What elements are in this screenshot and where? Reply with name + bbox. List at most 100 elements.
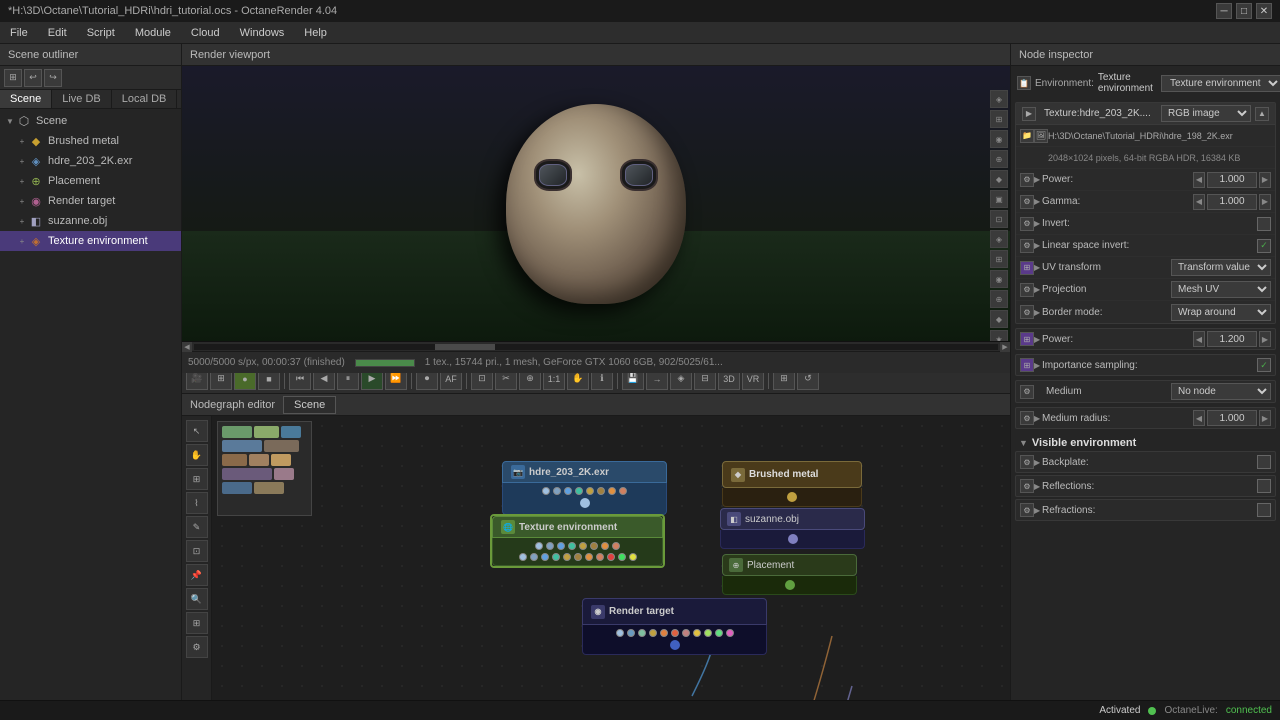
tab-scene[interactable]: Scene (0, 90, 52, 108)
nodegraph-scene-tab[interactable]: Scene (283, 396, 336, 414)
port-hdri-7[interactable] (608, 487, 616, 495)
port-te-t4[interactable] (568, 542, 576, 550)
port-rt-t4[interactable] (649, 629, 657, 637)
port-te-b8[interactable] (596, 553, 604, 561)
inspector-power-icon[interactable]: ⚙ (1020, 173, 1034, 187)
inspector-mr-arrow[interactable]: ▶ (1034, 414, 1042, 423)
ng-tool-pin[interactable]: 📌 (186, 564, 208, 586)
menu-cloud[interactable]: Cloud (181, 22, 230, 43)
inspector-invert-arrow[interactable]: ▶ (1034, 219, 1042, 228)
inspector-power-arrow[interactable]: ▶ (1034, 175, 1042, 184)
port-te-b11[interactable] (629, 553, 637, 561)
ng-tool-group[interactable]: ⊡ (186, 540, 208, 562)
inspector-invert-checkbox[interactable] (1257, 217, 1271, 231)
port-te-t5[interactable] (579, 542, 587, 550)
tree-item-brushed-metal[interactable]: + ◆ Brushed metal (0, 131, 181, 151)
inspector-uv-icon[interactable]: ⊞ (1020, 261, 1034, 275)
scroll-track-h[interactable] (194, 344, 998, 350)
port-rt-bottom[interactable] (670, 640, 680, 650)
tree-item-render-target[interactable]: + ◉ Render target (0, 191, 181, 211)
inspector-env-select[interactable]: Texture environment (1161, 75, 1280, 92)
viewport-content[interactable]: ◈ ⊞ ◉ ⊕ ◆ ▣ ⊡ ◈ ⊞ ◉ ⊕ ◆ ★ (182, 66, 1010, 341)
vp-tool-13[interactable]: ★ (990, 330, 1008, 341)
tree-expand-placement[interactable]: + (16, 175, 28, 187)
port-te-b9[interactable] (607, 553, 615, 561)
ng-tool-pan[interactable]: ✋ (186, 444, 208, 466)
inspector-border-arrow[interactable]: ▶ (1034, 308, 1042, 317)
inspector-imp-icon[interactable]: ⊞ (1020, 358, 1034, 372)
close-button[interactable]: ✕ (1256, 3, 1272, 19)
inspector-proj-arrow[interactable]: ▶ (1034, 285, 1042, 294)
inspector-icon-copy[interactable]: 📋 (1017, 76, 1031, 90)
node-brushed-metal[interactable]: ◆ Brushed metal (722, 461, 862, 507)
inspector-li-arrow[interactable]: ▶ (1034, 241, 1042, 250)
port-rt-t7[interactable] (682, 629, 690, 637)
node-suzanne[interactable]: ◧ suzanne.obj (720, 508, 865, 549)
inspector-uv-arrow[interactable]: ▶ (1034, 263, 1042, 272)
tab-local-db[interactable]: Local DB (112, 90, 178, 108)
inspector-power-input[interactable] (1207, 172, 1257, 188)
inspector-bp-icon[interactable]: ⚙ (1020, 455, 1034, 469)
tab-live-db[interactable]: Live DB (52, 90, 112, 108)
inspector-gamma-icon[interactable]: ⚙ (1020, 195, 1034, 209)
inspector-gamma-dec[interactable]: ◀ (1193, 194, 1205, 210)
tree-expand-brushed-metal[interactable]: + (16, 135, 28, 147)
tree-item-texture-env[interactable]: + ◈ Texture environment (0, 231, 181, 251)
port-te-b5[interactable] (563, 553, 571, 561)
inspector-power2-inc[interactable]: ▶ (1259, 331, 1271, 347)
inspector-medium-select[interactable]: No node (1171, 383, 1271, 400)
tree-item-placement[interactable]: + ⊕ Placement (0, 171, 181, 191)
menu-script[interactable]: Script (77, 22, 125, 43)
vp-tool-8[interactable]: ◈ (990, 230, 1008, 248)
port-rt-t9[interactable] (704, 629, 712, 637)
inspector-medium-icon[interactable]: ⚙ (1020, 385, 1034, 399)
outliner-add-button[interactable]: ⊞ (4, 69, 22, 87)
tree-item-hdri[interactable]: + ◈ hdre_203_2K.exr (0, 151, 181, 171)
inspector-bp-arrow[interactable]: ▶ (1034, 458, 1042, 467)
inspector-ref-icon[interactable]: ⚙ (1020, 479, 1034, 493)
vp-tool-3[interactable]: ◉ (990, 130, 1008, 148)
inspector-mr-input[interactable] (1207, 410, 1257, 426)
inspector-proj-select[interactable]: Mesh UV (1171, 281, 1271, 298)
port-suzanne-bottom[interactable] (788, 534, 798, 544)
inspector-tex-icon-1[interactable]: ▶ (1022, 107, 1036, 121)
maximize-button[interactable]: □ (1236, 3, 1252, 19)
menu-windows[interactable]: Windows (230, 22, 295, 43)
port-placement-bottom[interactable] (785, 580, 795, 590)
inspector-ref-checkbox[interactable] (1257, 479, 1271, 493)
inspector-filepath-icon[interactable]: 📁 (1020, 129, 1034, 143)
port-bm-bottom[interactable] (787, 492, 797, 502)
vp-tool-12[interactable]: ◆ (990, 310, 1008, 328)
port-hdri-3[interactable] (564, 487, 572, 495)
minimize-button[interactable]: ─ (1216, 3, 1232, 19)
inspector-border-icon[interactable]: ⚙ (1020, 305, 1034, 319)
node-hdri[interactable]: 📷 hdre_203_2K.exr (502, 461, 667, 515)
tree-expand-texture-env[interactable]: + (16, 235, 28, 247)
scroll-thumb-h[interactable] (435, 344, 495, 350)
tree-item-scene[interactable]: ▼ ⬡ Scene (0, 111, 181, 131)
vp-tool-4[interactable]: ⊕ (990, 150, 1008, 168)
menu-help[interactable]: Help (294, 22, 337, 43)
menu-module[interactable]: Module (125, 22, 181, 43)
inspector-mr-inc[interactable]: ▶ (1259, 410, 1271, 426)
port-te-b2[interactable] (530, 553, 538, 561)
inspector-proj-icon[interactable]: ⚙ (1020, 283, 1034, 297)
node-placement[interactable]: ⊕ Placement (722, 554, 857, 595)
node-render-target[interactable]: ◉ Render target (582, 598, 767, 655)
ng-tool-grid[interactable]: ⊞ (186, 612, 208, 634)
port-hdri-4[interactable] (575, 487, 583, 495)
ng-tool-comment[interactable]: ✎ (186, 516, 208, 538)
inspector-tex-expand[interactable]: ▲ (1255, 107, 1269, 121)
port-te-t2[interactable] (546, 542, 554, 550)
inspector-bp-checkbox[interactable] (1257, 455, 1271, 469)
inspector-rfr-checkbox[interactable] (1257, 503, 1271, 517)
port-hdri-bottom[interactable] (580, 498, 590, 508)
scroll-left[interactable]: ◀ (182, 342, 192, 352)
vp-tool-9[interactable]: ⊞ (990, 250, 1008, 268)
inspector-li-icon[interactable]: ⚙ (1020, 239, 1034, 253)
ng-tool-wire[interactable]: ⌇ (186, 492, 208, 514)
port-te-t7[interactable] (601, 542, 609, 550)
port-hdri-1[interactable] (542, 487, 550, 495)
vp-tool-1[interactable]: ◈ (990, 90, 1008, 108)
port-te-t6[interactable] (590, 542, 598, 550)
